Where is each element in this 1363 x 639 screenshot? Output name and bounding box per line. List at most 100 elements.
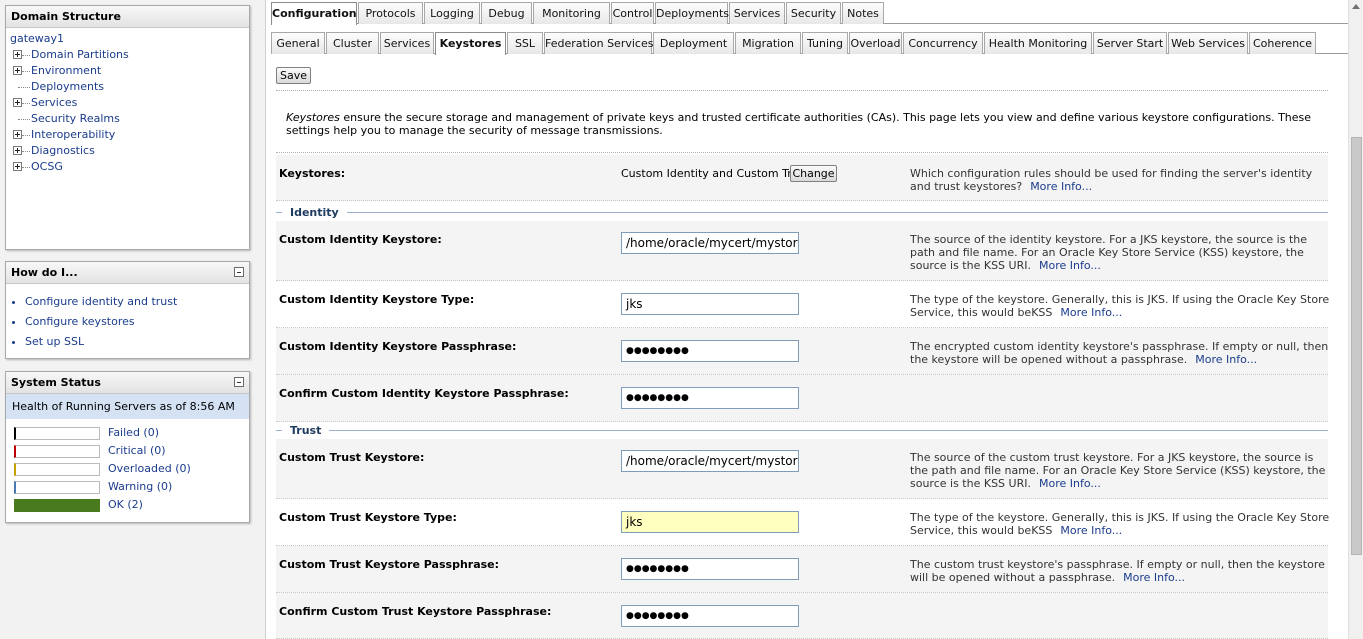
howto-link-text[interactable]: Configure identity and trust — [25, 295, 177, 308]
tree-connector — [18, 87, 30, 88]
more-info-link[interactable]: More Info... — [1123, 571, 1185, 584]
domain-structure-title: Domain Structure — [6, 6, 249, 28]
help-text: Which configuration rules should be used… — [910, 167, 1313, 193]
identity-keystore-type-label: Custom Identity Keystore Type: — [279, 293, 475, 306]
more-info-link[interactable]: More Info... — [1195, 353, 1257, 366]
tree-item[interactable]: Deployments — [9, 79, 249, 95]
section-line — [276, 212, 1328, 213]
more-info-link[interactable]: More Info... — [1030, 180, 1092, 193]
tree-item[interactable]: Interoperability — [9, 127, 249, 143]
more-info-link[interactable]: More Info... — [1039, 259, 1101, 272]
tab-logging[interactable]: Logging — [424, 2, 480, 24]
subtab-web-services[interactable]: Web Services — [1168, 32, 1248, 54]
more-info-link[interactable]: More Info... — [1060, 524, 1122, 537]
expand-plus-icon[interactable] — [13, 66, 22, 75]
identity-passphrase-row: Custom Identity Keystore Passphrase: ●●●… — [276, 328, 1328, 375]
system-status-title-text: System Status — [11, 376, 101, 389]
subtab-general[interactable]: General — [271, 32, 325, 54]
tab-security[interactable]: Security — [786, 2, 841, 24]
status-label-link[interactable]: Warning (0) — [108, 480, 172, 493]
tree-item-label[interactable]: OCSG — [31, 160, 63, 173]
tree-root-gateway1[interactable]: gateway1 — [9, 31, 249, 47]
tree-item-label[interactable]: Diagnostics — [31, 144, 95, 157]
trust-keystore-type-label: Custom Trust Keystore Type: — [279, 511, 457, 524]
subtab-deployment[interactable]: Deployment — [653, 32, 734, 54]
tab-configuration[interactable]: Configuration — [271, 2, 357, 25]
expand-plus-icon[interactable] — [13, 98, 22, 107]
tab-debug[interactable]: Debug — [481, 2, 532, 24]
trust-section-header: Trust — [276, 424, 1328, 437]
status-label-link[interactable]: Failed (0) — [108, 426, 159, 439]
tree-item-label[interactable]: Deployments — [31, 80, 104, 93]
identity-passphrase-help: The encrypted custom identity keystore's… — [910, 340, 1330, 366]
tree-item-label[interactable]: Security Realms — [31, 112, 120, 125]
subtab-coherence[interactable]: Coherence — [1249, 32, 1316, 54]
tree-item-label[interactable]: Domain Partitions — [31, 48, 129, 61]
tree-item-label[interactable]: Environment — [31, 64, 101, 77]
tree-item[interactable]: Diagnostics — [9, 143, 249, 159]
change-button[interactable]: Change — [790, 165, 837, 182]
subtab-tuning[interactable]: Tuning — [802, 32, 848, 54]
subtab-federation-services[interactable]: Federation Services — [544, 32, 653, 54]
vertical-scrollbar[interactable] — [1348, 0, 1363, 639]
trust-passphrase-confirm-row: Confirm Custom Trust Keystore Passphrase… — [276, 593, 1328, 639]
howto-link-keystores[interactable]: Configure keystores — [25, 312, 249, 332]
tab-services[interactable]: Services — [729, 2, 785, 24]
subtab-concurrency[interactable]: Concurrency — [903, 32, 983, 54]
more-info-link[interactable]: More Info... — [1060, 306, 1122, 319]
status-label-link[interactable]: OK (2) — [108, 498, 143, 511]
collapse-icon[interactable] — [234, 267, 244, 277]
identity-keystore-label: Custom Identity Keystore: — [279, 233, 442, 246]
howto-link-text[interactable]: Set up SSL — [25, 335, 84, 348]
identity-keystore-input[interactable]: /home/oracle/mycert/mystore.jks — [621, 232, 799, 254]
identity-passphrase-input[interactable]: ●●●●●●●● — [621, 340, 799, 362]
status-label-link[interactable]: Overloaded (0) — [108, 462, 191, 475]
subtab-server-start[interactable]: Server Start — [1093, 32, 1167, 54]
howto-link-ssl[interactable]: Set up SSL — [25, 332, 249, 352]
expand-plus-icon[interactable] — [13, 162, 22, 171]
scrollbar-thumb[interactable] — [1351, 137, 1362, 555]
howto-link-identity-trust[interactable]: Configure identity and trust — [25, 292, 249, 312]
tab-deployments[interactable]: Deployments — [655, 2, 729, 24]
more-info-link[interactable]: More Info... — [1039, 477, 1101, 490]
trust-passphrase-input[interactable]: ●●●●●●●● — [621, 558, 799, 580]
expand-plus-icon[interactable] — [13, 146, 22, 155]
trust-keystore-type-input[interactable]: jks — [621, 511, 799, 533]
trust-passphrase-help: The custom trust keystore's passphrase. … — [910, 558, 1330, 584]
subtab-services[interactable]: Services — [380, 32, 434, 54]
tab-notes[interactable]: Notes — [842, 2, 884, 24]
tab-protocols[interactable]: Protocols — [358, 2, 423, 24]
identity-passphrase-confirm-input[interactable]: ●●●●●●●● — [621, 387, 799, 409]
trust-passphrase-confirm-input[interactable]: ●●●●●●●● — [621, 605, 799, 627]
subtab-migration[interactable]: Migration — [735, 32, 801, 54]
status-row: Failed (0) — [6, 425, 249, 443]
expand-plus-icon[interactable] — [13, 130, 22, 139]
identity-keystore-type-input[interactable]: jks — [621, 293, 799, 315]
subtab-health-monitoring[interactable]: Health Monitoring — [984, 32, 1092, 54]
howto-link-text[interactable]: Configure keystores — [25, 315, 135, 328]
tree-item-label[interactable]: Interoperability — [31, 128, 115, 141]
tab-monitoring[interactable]: Monitoring — [533, 2, 610, 24]
scroll-up-arrow-icon[interactable] — [1352, 4, 1360, 9]
tree-item-label[interactable]: Services — [31, 96, 77, 109]
tree-item[interactable]: Domain Partitions — [9, 47, 249, 63]
subtab-keystores[interactable]: Keystores — [435, 32, 506, 55]
divider — [276, 90, 1328, 91]
status-label-link[interactable]: Critical (0) — [108, 444, 166, 457]
status-bar — [14, 427, 100, 440]
tree-item[interactable]: Services — [9, 95, 249, 111]
trust-section-title: Trust — [282, 424, 330, 437]
collapse-icon[interactable] — [234, 377, 244, 387]
tree-item[interactable]: OCSG — [9, 159, 249, 175]
expand-plus-icon[interactable] — [13, 50, 22, 59]
subtab-cluster[interactable]: Cluster — [326, 32, 379, 54]
subtab-overload[interactable]: Overload — [849, 32, 902, 54]
domain-tree: gateway1 Domain Partitions Environment Dep… — [6, 28, 249, 175]
tree-item[interactable]: Security Realms — [9, 111, 249, 127]
trust-keystore-input[interactable]: /home/oracle/mycert/mystore.jks — [621, 450, 799, 472]
subtab-ssl[interactable]: SSL — [507, 32, 543, 54]
save-button[interactable]: Save — [276, 67, 311, 84]
health-heading: Health of Running Servers as of 8:56 AM — [6, 394, 249, 419]
tree-item[interactable]: Environment — [9, 63, 249, 79]
tab-control[interactable]: Control — [611, 2, 654, 24]
